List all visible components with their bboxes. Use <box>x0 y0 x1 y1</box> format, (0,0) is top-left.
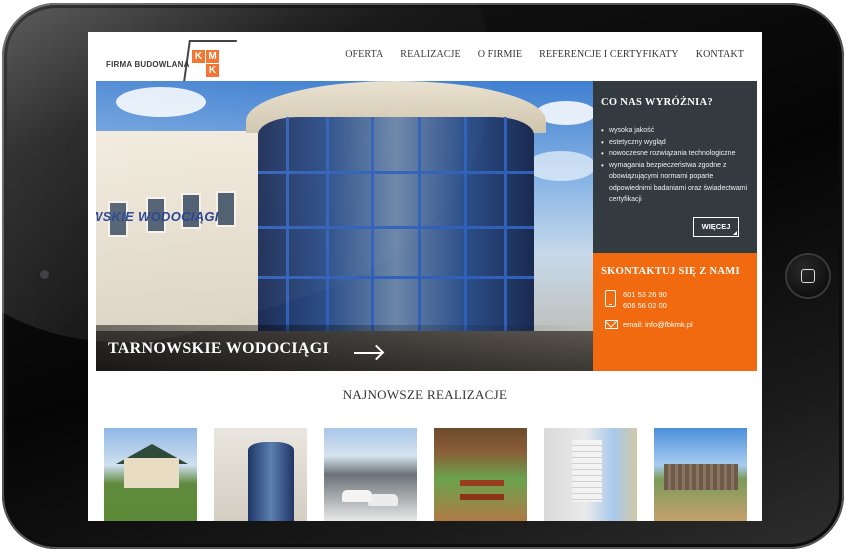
website-screen: FIRMA BUDOWLANA K M K OFERTA REALIZACJE … <box>88 32 762 521</box>
hero-caption-bar: TARNOWSKIE WODOCIĄGI <box>96 325 593 371</box>
logo-letter-k1: K <box>192 50 205 63</box>
window <box>216 191 236 227</box>
tablet-device: FIRMA BUDOWLANA K M K OFERTA REALIZACJE … <box>0 0 850 553</box>
main-nav: OFERTA REALIZACJE O FIRMIE REFERENCJE I … <box>345 49 744 60</box>
gallery-thumb-garage-door[interactable] <box>544 428 637 521</box>
phone-number[interactable]: 606 56 02 00 <box>623 300 667 311</box>
feature-item: wymagania bezpieczeństwa zgodne z obowią… <box>601 160 753 206</box>
gallery-title: NAJNOWSZE REALIZACJE <box>342 387 508 402</box>
home-square-icon <box>801 269 815 283</box>
gallery-thumb-house[interactable] <box>104 428 197 521</box>
features-title: CO NAS WYRÓŻNIA? <box>601 97 713 108</box>
features-panel: CO NAS WYRÓŻNIA? wysoka jakość estetyczn… <box>593 81 757 253</box>
gallery-thumb-rotunda[interactable] <box>214 428 307 521</box>
nav-item-oferta[interactable]: OFERTA <box>345 49 383 60</box>
phone-number[interactable]: 601 53 26 90 <box>623 289 667 300</box>
phone-icon <box>605 290 616 307</box>
gallery-thumb-patio[interactable] <box>434 428 527 521</box>
arrow-right-icon[interactable] <box>354 352 382 354</box>
transom <box>258 226 534 229</box>
contact-title: SKONTAKTUJ SIĘ Z NAMI <box>601 266 740 277</box>
camera-icon <box>40 270 49 279</box>
gate-shape <box>664 464 738 490</box>
cloud <box>116 87 206 117</box>
logo-blocks: K M K <box>192 44 228 78</box>
company-logo[interactable]: FIRMA BUDOWLANA K M K <box>106 40 237 82</box>
logo-letter-m: M <box>206 50 219 63</box>
door-shape <box>572 440 602 502</box>
gallery-thumb-showroom[interactable] <box>324 428 417 521</box>
feature-item: estetyczny wygląd <box>601 137 753 149</box>
logo-letter-k2: K <box>206 64 219 77</box>
feature-item: wysoka jakość <box>601 125 753 137</box>
building-sign: WSKIE WODOCIĄGI <box>96 209 219 224</box>
gallery-thumbnails <box>104 428 750 521</box>
more-button[interactable]: WIĘCEJ <box>693 217 739 237</box>
contact-panel: SKONTAKTUJ SIĘ Z NAMI 601 53 26 90 606 5… <box>593 253 757 371</box>
nav-item-referencje[interactable]: REFERENCJE I CERTYFIKATY <box>539 49 679 60</box>
hero-title[interactable]: TARNOWSKIE WODOCIĄGI <box>108 340 329 358</box>
glass-shape <box>248 442 294 521</box>
nav-item-o-firmie[interactable]: O FIRMIE <box>478 49 522 60</box>
nav-item-kontakt[interactable]: KONTAKT <box>696 49 744 60</box>
home-button[interactable] <box>787 255 829 297</box>
logo-text: FIRMA BUDOWLANA <box>106 60 190 69</box>
transom <box>258 276 534 279</box>
email-link[interactable]: email: info@fbkmk.pl <box>623 320 693 329</box>
feature-item: nowoczesne rozwiązania technologiczne <box>601 148 753 160</box>
house-shape <box>124 458 179 488</box>
site-header: FIRMA BUDOWLANA K M K OFERTA REALIZACJE … <box>88 32 762 82</box>
features-list: wysoka jakość estetyczny wygląd nowoczes… <box>601 125 753 206</box>
gallery-thumb-gate[interactable] <box>654 428 747 521</box>
mail-icon <box>605 320 618 329</box>
phone-numbers: 601 53 26 90 606 56 02 00 <box>623 289 667 311</box>
nav-item-realizacje[interactable]: REALIZACJE <box>400 49 460 60</box>
transom <box>258 171 534 174</box>
car-shape <box>342 490 372 502</box>
table-shape <box>460 480 504 486</box>
hero-slider[interactable]: WSKIE WODOCIĄGI TARNOWSKIE WODOCIĄGI <box>96 81 593 371</box>
